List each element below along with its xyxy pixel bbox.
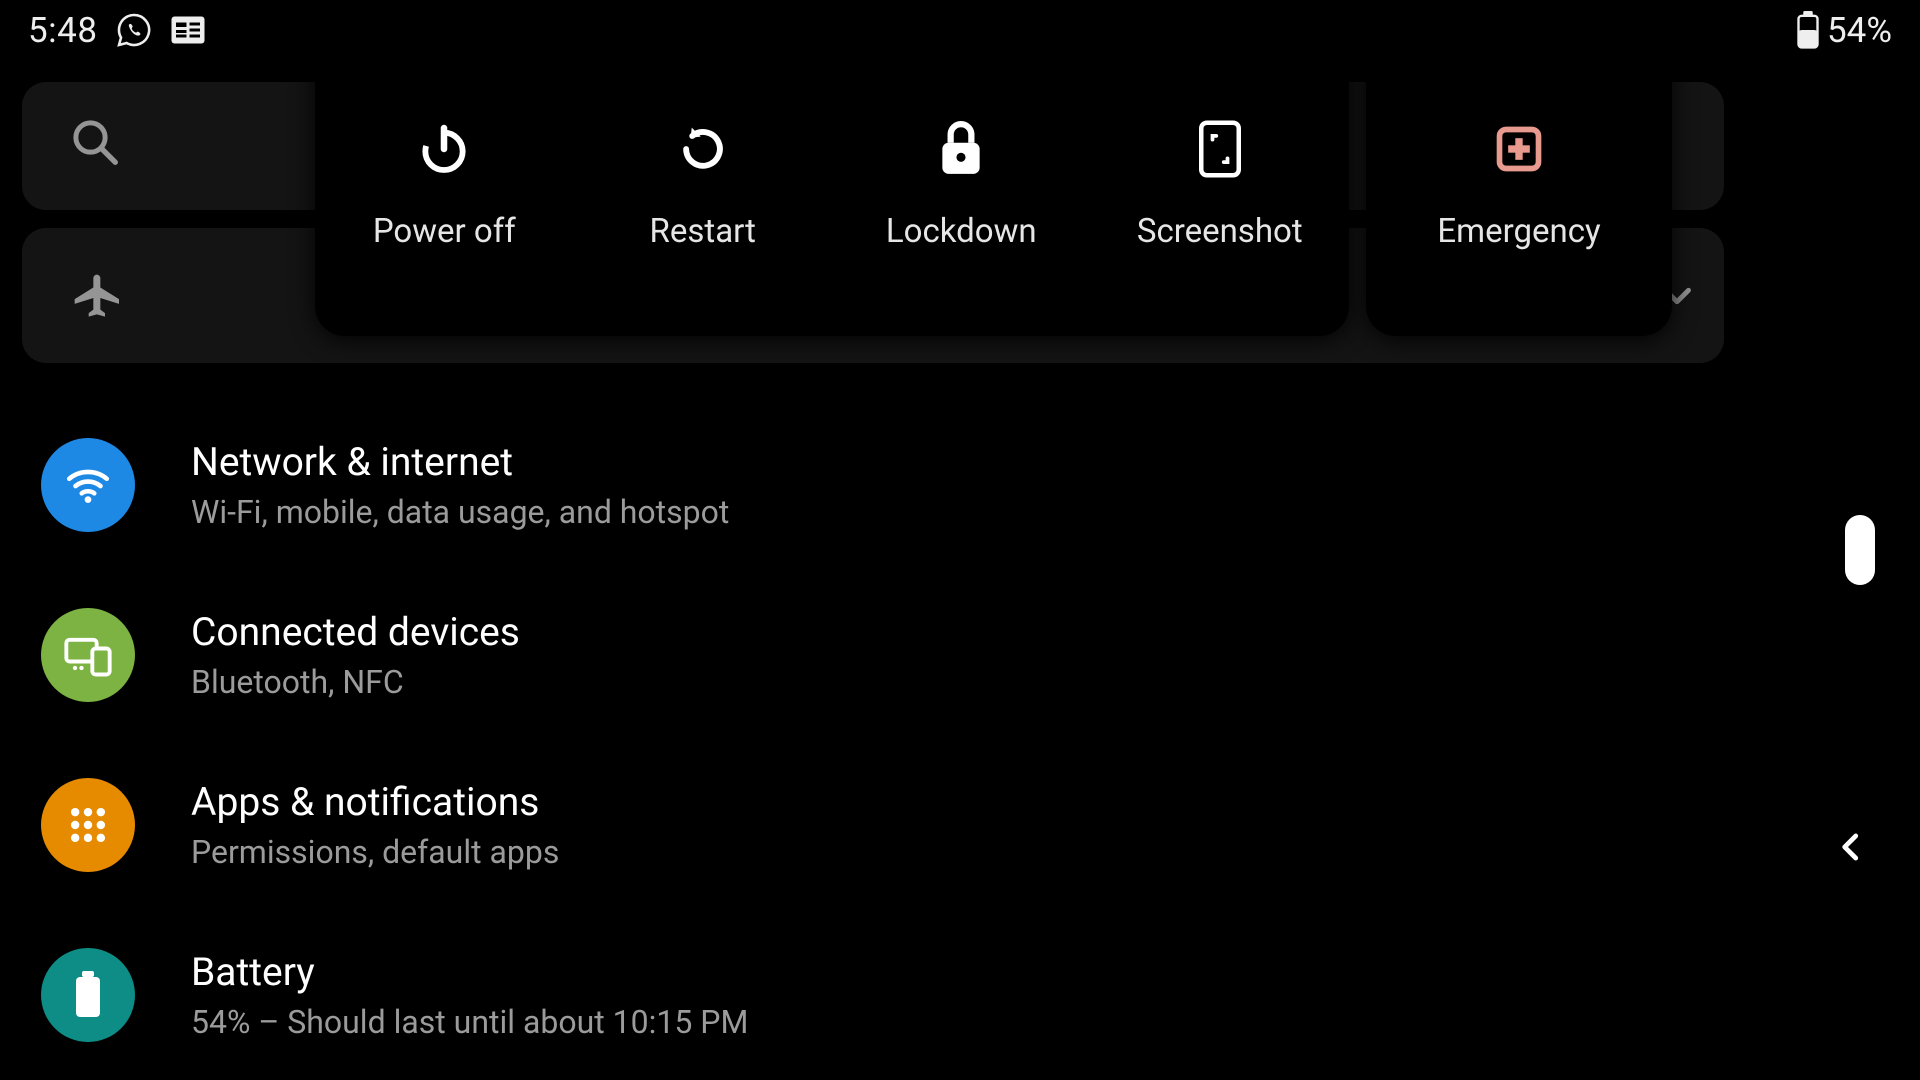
search-icon[interactable]: [68, 115, 122, 169]
emergency-label: Emergency: [1437, 212, 1600, 251]
settings-row-battery[interactable]: Battery 54% – Should last until about 10…: [0, 910, 1920, 1080]
google-news-icon: [170, 14, 206, 46]
screenshot-button[interactable]: Screenshot: [1091, 18, 1350, 251]
settings-row-apps[interactable]: Apps & notifications Permissions, defaul…: [0, 740, 1920, 910]
settings-row-network[interactable]: Network & internet Wi‑Fi, mobile, data u…: [0, 400, 1920, 570]
devices-icon: [41, 608, 135, 702]
airplane-mode-icon[interactable]: [70, 270, 126, 326]
settings-row-title: Network & internet: [191, 439, 729, 485]
restart-icon: [676, 118, 730, 180]
battery-percent: 54%: [1827, 10, 1892, 51]
status-bar-right: 54%: [1795, 10, 1892, 51]
settings-row-title: Battery: [191, 949, 748, 995]
battery-icon: [1795, 11, 1821, 49]
emergency-card: Emergency: [1366, 18, 1672, 336]
wifi-icon: [41, 438, 135, 532]
screenshot-label: Screenshot: [1137, 212, 1303, 251]
restart-button[interactable]: Restart: [574, 18, 833, 251]
settings-row-subtitle: Bluetooth, NFC: [191, 663, 520, 701]
power-menu-card: Power off Restart Lockdown Screenshot: [315, 18, 1349, 336]
settings-row-connected-devices[interactable]: Connected devices Bluetooth, NFC: [0, 570, 1920, 740]
apps-grid-icon: [41, 778, 135, 872]
battery-row-icon: [41, 948, 135, 1042]
screenshot-icon: [1197, 118, 1243, 180]
lockdown-icon: [936, 118, 986, 180]
status-bar-left: 5:48: [28, 10, 206, 51]
restart-label: Restart: [650, 212, 756, 251]
clock: 5:48: [28, 10, 98, 51]
lockdown-button[interactable]: Lockdown: [832, 18, 1091, 251]
power-off-button[interactable]: Power off: [315, 18, 574, 251]
emergency-icon: [1493, 118, 1545, 180]
emergency-button[interactable]: Emergency: [1366, 18, 1672, 251]
whatsapp-icon: [116, 12, 152, 48]
power-off-icon: [416, 118, 472, 180]
settings-row-title: Apps & notifications: [191, 779, 559, 825]
settings-list: Network & internet Wi‑Fi, mobile, data u…: [0, 400, 1920, 1080]
settings-row-subtitle: Wi‑Fi, mobile, data usage, and hotspot: [191, 493, 729, 531]
nav-back-icon[interactable]: [1832, 828, 1870, 870]
lockdown-label: Lockdown: [886, 212, 1037, 251]
power-off-label: Power off: [373, 212, 516, 251]
settings-row-title: Connected devices: [191, 609, 520, 655]
settings-row-subtitle: 54% – Should last until about 10:15 PM: [191, 1003, 748, 1041]
scrollbar-thumb[interactable]: [1845, 515, 1875, 585]
settings-row-subtitle: Permissions, default apps: [191, 833, 559, 871]
